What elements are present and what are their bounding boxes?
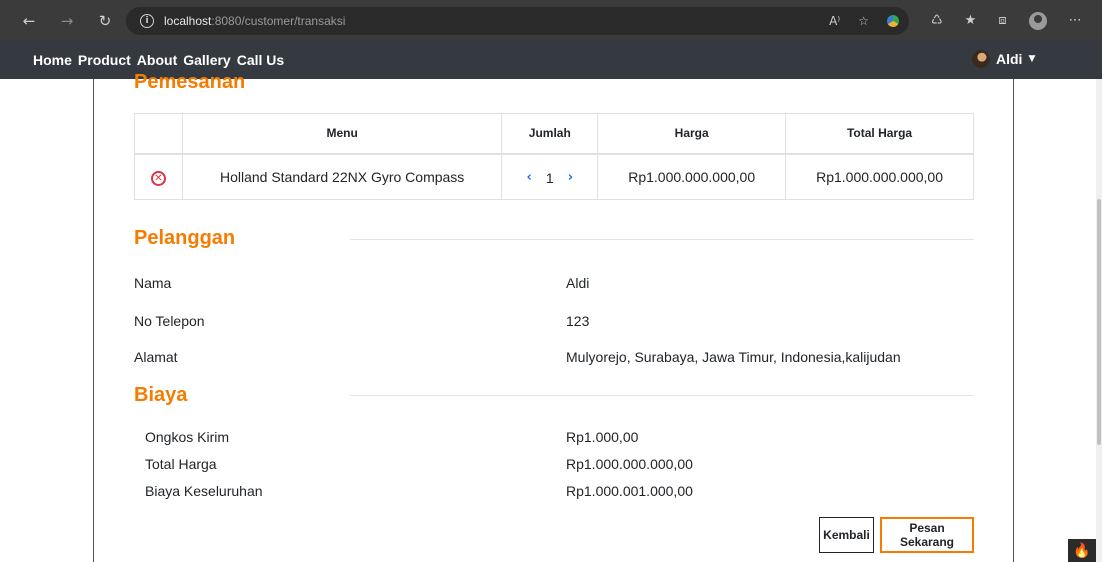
- customer-name-label: Nama: [134, 275, 172, 291]
- order-now-button[interactable]: Pesan Sekarang: [880, 517, 974, 553]
- table-row: ✕ Holland Standard 22NX Gyro Compass ‹ 1…: [134, 153, 974, 200]
- grand-total-value: Rp1.000.001.000,00: [566, 483, 693, 499]
- address-tools: A⁾ ☆: [829, 14, 909, 28]
- table-header-row: Menu Jumlah Harga Total Harga: [134, 113, 974, 155]
- customer-phone-value: 123: [566, 313, 590, 329]
- url-path: :8080/customer/transaksi: [211, 13, 346, 28]
- collections-icon[interactable]: ⧈: [998, 13, 1006, 28]
- nav-gallery[interactable]: Gallery: [183, 52, 230, 68]
- address-bar[interactable]: i localhost:8080/customer/transaksi A⁾ ☆: [126, 6, 909, 35]
- extension-icon[interactable]: [887, 14, 899, 27]
- customer-address-label: Alamat: [134, 349, 178, 365]
- header-remove: [134, 113, 183, 155]
- more-icon[interactable]: ⋯: [1069, 13, 1082, 28]
- cost-section-title: Biaya: [134, 384, 188, 406]
- forward-icon[interactable]: →: [56, 10, 78, 32]
- quantity-value: 1: [545, 169, 554, 186]
- quantity-cell: ‹ 1 ›: [501, 153, 599, 200]
- scrollbar-thumb[interactable]: [1097, 199, 1101, 445]
- checkout-panel: Pemesanan Menu Jumlah Harga Total Harga …: [93, 71, 1014, 562]
- header-total: Total Harga: [785, 113, 974, 155]
- back-button[interactable]: Kembali: [819, 517, 874, 553]
- customer-section-title: Pelanggan: [134, 227, 236, 249]
- back-icon[interactable]: ←: [18, 10, 40, 32]
- reload-icon[interactable]: ↻: [94, 10, 116, 32]
- nav-home[interactable]: Home: [33, 52, 72, 68]
- fire-icon[interactable]: 🔥: [1068, 539, 1096, 562]
- menu-cell: Holland Standard 22NX Gyro Compass: [181, 153, 503, 200]
- total-cell: Rp1.000.000.000,00: [785, 153, 974, 200]
- price-cell: Rp1.000.000.000,00: [597, 153, 787, 200]
- profile-icon[interactable]: [1028, 11, 1047, 30]
- header-price: Harga: [597, 113, 787, 155]
- shipping-cost-label: Ongkos Kirim: [145, 429, 230, 445]
- order-section-title: Pemesanan: [134, 71, 246, 89]
- url-host: localhost: [164, 13, 212, 28]
- header-quantity: Jumlah: [501, 113, 599, 155]
- info-icon[interactable]: i: [140, 13, 154, 28]
- total-price-label: Total Harga: [145, 456, 217, 472]
- customer-address-value: Mulyorejo, Surabaya, Jawa Timur, Indones…: [566, 349, 901, 365]
- user-name: Aldi: [996, 51, 1023, 67]
- nav-about[interactable]: About: [137, 52, 177, 68]
- order-table: Menu Jumlah Harga Total Harga ✕ Holland …: [134, 113, 974, 200]
- cost-divider: [350, 395, 974, 396]
- customer-name-value: Aldi: [566, 275, 590, 291]
- favorite-icon[interactable]: ☆: [858, 14, 869, 28]
- caret-down-icon: ▼: [1028, 54, 1036, 64]
- url-text: localhost:8080/customer/transaksi: [164, 14, 345, 28]
- customer-phone-label: No Telepon: [134, 313, 205, 329]
- remove-cell: ✕: [134, 153, 183, 200]
- nav-product[interactable]: Product: [78, 52, 131, 68]
- nav-call-us[interactable]: Call Us: [237, 52, 284, 68]
- quantity-stepper: ‹ 1 ›: [527, 170, 574, 186]
- remove-item-icon[interactable]: ✕: [150, 170, 166, 186]
- grand-total-label: Biaya Keseluruhan: [145, 483, 263, 499]
- read-aloud-icon[interactable]: A⁾: [829, 14, 840, 28]
- user-menu[interactable]: Aldi ▼: [972, 50, 1035, 68]
- shipping-cost-value: Rp1.000,00: [566, 429, 639, 445]
- favorites-list-icon[interactable]: ★: [965, 13, 977, 28]
- header-menu: Menu: [181, 113, 503, 155]
- customer-divider: [350, 239, 974, 240]
- browser-toolbar: ← → ↻ i localhost:8080/customer/transaks…: [0, 0, 1102, 41]
- decrease-quantity-icon[interactable]: ‹: [527, 170, 532, 185]
- browser-actions: ♺ ★ ⧈ ⋯: [931, 11, 1082, 30]
- puzzle-icon[interactable]: ♺: [931, 13, 943, 28]
- increase-quantity-icon[interactable]: ›: [568, 170, 573, 185]
- avatar: [972, 50, 990, 68]
- nav-links: Home Product About Gallery Call Us: [33, 52, 284, 68]
- total-price-value: Rp1.000.000.000,00: [566, 456, 693, 472]
